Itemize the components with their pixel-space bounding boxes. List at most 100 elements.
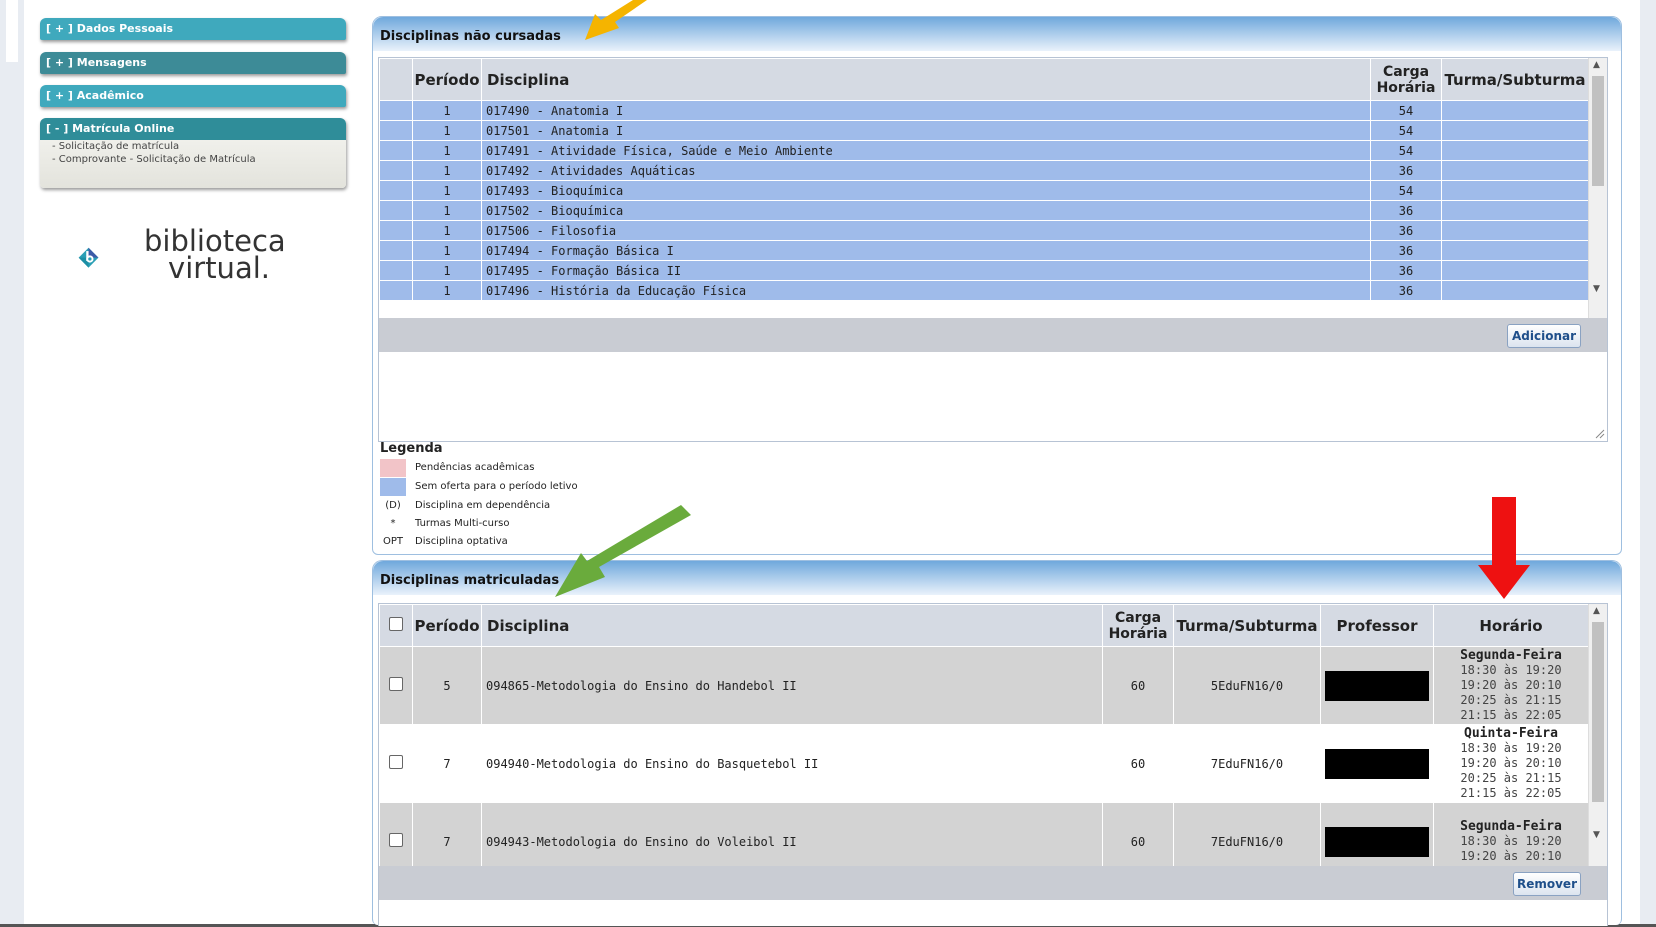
table-row[interactable]: 7 094940-Metodologia do Ensino do Basquet… <box>379 724 1589 803</box>
submenu-comprovante[interactable]: - Comprovante - Solicitação de Matrícula <box>40 153 346 166</box>
row-select-cell[interactable] <box>379 100 413 121</box>
scroll-up-icon[interactable]: ▲ <box>1593 60 1600 70</box>
scrollbar-matriculadas[interactable]: ▲ ▼ <box>1588 604 1607 866</box>
table-row[interactable]: 1 017495 - Formação Básica II 36 <box>379 260 1589 281</box>
row-select-cell[interactable] <box>379 260 413 281</box>
cell-disciplina: 017492 - Atividades Aquáticas <box>481 160 1371 181</box>
scroll-up-icon[interactable]: ▲ <box>1593 606 1600 616</box>
cell-professor <box>1320 724 1434 803</box>
col-disciplina: Disciplina <box>481 604 1103 647</box>
orange-arrow-icon <box>585 0 647 40</box>
cell-carga: 60 <box>1102 646 1174 725</box>
panel-disciplinas-matriculadas: Disciplinas matriculadas Período Discipl… <box>372 560 1622 926</box>
remove-button[interactable]: Remover <box>1513 872 1581 896</box>
cell-carga: 60 <box>1102 724 1174 803</box>
cell-periodo: 1 <box>412 140 482 161</box>
toolbar-matriculadas: Remover <box>379 866 1607 900</box>
menu-mensagens[interactable]: [ + ] Mensagens <box>40 52 346 74</box>
select-all-checkbox[interactable] <box>389 616 403 631</box>
horario-dia: Segunda-Feira <box>1460 819 1562 834</box>
col-select <box>379 58 413 101</box>
cell-periodo: 1 <box>412 260 482 281</box>
row-checkbox[interactable] <box>389 677 403 691</box>
scroll-down-icon[interactable]: ▼ <box>1593 284 1600 294</box>
professor-redacted <box>1325 826 1429 857</box>
legend-swatch-blue <box>380 478 406 496</box>
menu-dados-pessoais[interactable]: [ + ] Dados Pessoais <box>40 18 346 40</box>
horario-dia: Segunda-Feira <box>1460 648 1562 663</box>
col-turma-subturma: Turma/Subturma <box>1173 604 1321 647</box>
cell-carga: 36 <box>1370 160 1442 181</box>
row-checkbox[interactable] <box>389 755 403 769</box>
cell-carga: 60 <box>1102 802 1174 866</box>
table-row[interactable]: 1 017506 - Filosofia 36 <box>379 220 1589 241</box>
legend-item: Pendências acadêmicas <box>380 459 680 477</box>
cell-turma <box>1441 260 1589 281</box>
menu-matricula-online-header[interactable]: [ - ] Matrícula Online <box>40 118 346 140</box>
cell-disciplina: 017490 - Anatomia I <box>481 100 1371 121</box>
cell-disciplina: 094943-Metodologia do Ensino do Voleibol… <box>481 802 1103 866</box>
cell-disciplina: 017496 - História da Educação Física <box>481 280 1371 301</box>
menu-academico[interactable]: [ + ] Acadêmico <box>40 85 346 107</box>
biblioteca-virtual-logo-icon <box>78 247 99 268</box>
row-checkbox[interactable] <box>389 833 403 847</box>
table-row[interactable]: 1 017494 - Formação Básica I 36 <box>379 240 1589 261</box>
row-checkbox-cell <box>379 646 413 725</box>
cell-disciplina: 017494 - Formação Básica I <box>481 240 1371 261</box>
scroll-down-icon[interactable]: ▼ <box>1593 830 1600 840</box>
cell-turma <box>1441 240 1589 261</box>
cell-carga: 36 <box>1370 220 1442 241</box>
row-select-cell[interactable] <box>379 120 413 141</box>
table-row[interactable]: 1 017496 - História da Educação Física 36 <box>379 280 1589 301</box>
submenu-solicitacao-matricula[interactable]: - Solicitação de matrícula <box>40 140 346 153</box>
col-horario: Horário <box>1433 604 1589 647</box>
row-select-cell[interactable] <box>379 160 413 181</box>
cell-professor <box>1320 646 1434 725</box>
add-button[interactable]: Adicionar <box>1507 324 1581 348</box>
horario-slot: 19:20 às 20:10 <box>1460 756 1562 770</box>
table-row[interactable]: 1 017502 - Bioquímica 36 <box>379 200 1589 221</box>
menu-matricula-online: [ - ] Matrícula Online - Solicitação de … <box>40 118 346 188</box>
grid-matriculadas: Período Disciplina Carga Horária Turma/Su… <box>378 603 1608 926</box>
row-select-cell[interactable] <box>379 180 413 201</box>
cell-periodo: 1 <box>412 160 482 181</box>
cell-periodo: 7 <box>412 802 482 866</box>
table-row[interactable]: 5 094865-Metodologia do Ensino do Handebo… <box>379 646 1589 725</box>
cell-disciplina: 094865-Metodologia do Ensino do Handebol… <box>481 646 1103 725</box>
table-row[interactable]: 1 017490 - Anatomia I 54 <box>379 100 1589 121</box>
resize-grip-icon[interactable] <box>1595 429 1605 439</box>
table-nao-cursadas: Período Disciplina Carga Horária Turma/Su… <box>379 58 1589 301</box>
row-select-cell[interactable] <box>379 280 413 301</box>
row-checkbox-cell <box>379 802 413 866</box>
table-row[interactable]: 1 017492 - Atividades Aquáticas 36 <box>379 160 1589 181</box>
cell-turma <box>1441 120 1589 141</box>
horario-slot: 18:30 às 19:20 <box>1460 663 1562 677</box>
cell-disciplina: 017491 - Atividade Física, Saúde e Meio … <box>481 140 1371 161</box>
col-disciplina: Disciplina <box>481 58 1371 101</box>
row-select-cell[interactable] <box>379 220 413 241</box>
table-row[interactable]: 1 017493 - Bioquímica 54 <box>379 180 1589 201</box>
red-arrow-icon <box>1478 497 1530 599</box>
table-matriculadas: Período Disciplina Carga Horária Turma/Su… <box>379 604 1589 866</box>
professor-redacted <box>1325 748 1429 779</box>
row-select-cell[interactable] <box>379 200 413 221</box>
table-row[interactable]: 7 094943-Metodologia do Ensino do Voleibo… <box>379 802 1589 866</box>
cell-horario: Quinta-Feira 18:30 às 19:20 19:20 às 20:10… <box>1433 724 1589 803</box>
cell-disciplina: 017502 - Bioquímica <box>481 200 1371 221</box>
scrollbar-nao-cursadas[interactable]: ▲ ▼ <box>1588 58 1607 318</box>
horario-slot: 19:20 às 20:10 <box>1460 678 1562 692</box>
cell-periodo: 1 <box>412 240 482 261</box>
table-row[interactable]: 1 017491 - Atividade Física, Saúde e Meio… <box>379 140 1589 161</box>
table-row[interactable]: 1 017501 - Anatomia I 54 <box>379 120 1589 141</box>
row-select-cell[interactable] <box>379 140 413 161</box>
row-checkbox-cell <box>379 724 413 803</box>
cell-turma <box>1441 280 1589 301</box>
row-select-cell[interactable] <box>379 240 413 261</box>
cell-periodo: 1 <box>412 200 482 221</box>
cell-carga: 36 <box>1370 280 1442 301</box>
cell-carga: 54 <box>1370 140 1442 161</box>
horario-dia: Quinta-Feira <box>1464 726 1558 741</box>
logo-line-2: virtual. <box>168 251 270 285</box>
horario-slot: 21:15 às 22:05 <box>1460 708 1562 722</box>
cell-disciplina: 017495 - Formação Básica II <box>481 260 1371 281</box>
